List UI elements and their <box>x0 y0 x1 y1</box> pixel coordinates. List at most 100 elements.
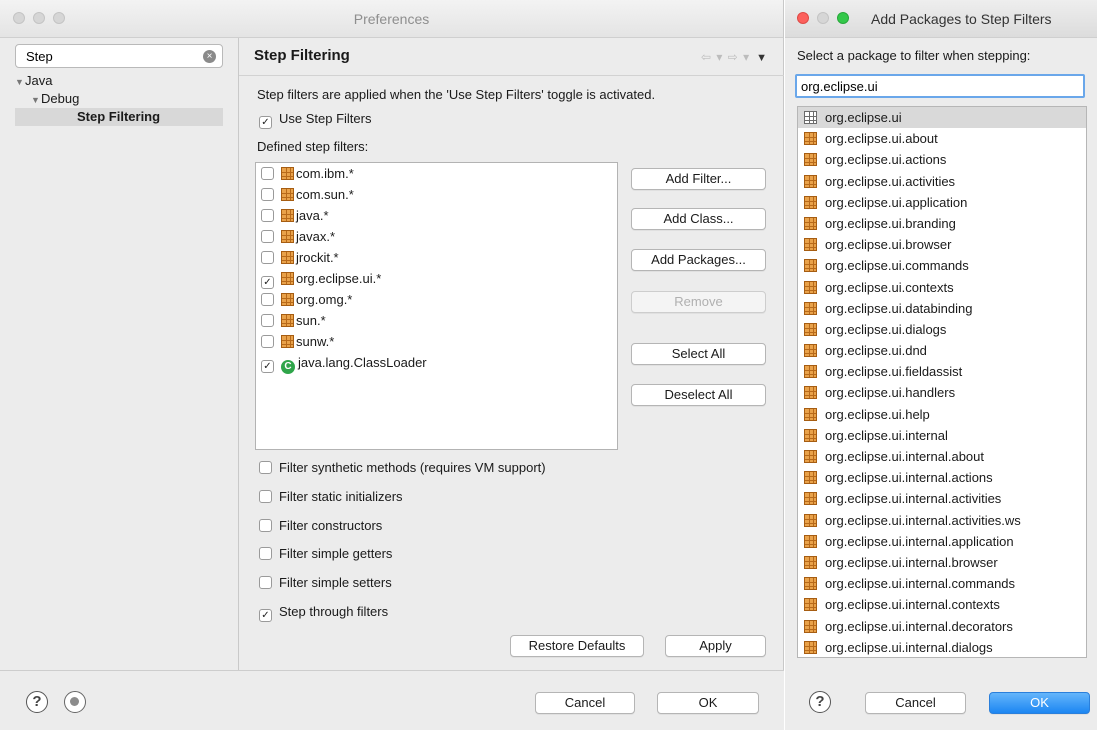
remove-button[interactable]: Remove <box>631 291 766 313</box>
checkbox-box[interactable]: ✓ <box>259 609 272 622</box>
clear-search-icon[interactable]: × <box>203 50 216 63</box>
restore-defaults-button[interactable]: Restore Defaults <box>510 635 644 657</box>
checkbox-box[interactable] <box>259 519 272 532</box>
checkbox-label: Step through filters <box>279 604 389 619</box>
pane-divider[interactable] <box>238 38 239 670</box>
dialog-ok-button[interactable]: OK <box>989 692 1090 714</box>
package-row[interactable]: org.eclipse.ui.internal.actions <box>798 467 1086 488</box>
select-all-button[interactable]: Select All <box>631 343 766 365</box>
step-filters-list[interactable]: com.ibm.* com.sun.* java.* javax.* jrock… <box>255 162 618 450</box>
filter-row[interactable]: javax.* <box>261 226 335 247</box>
filter-checkbox[interactable] <box>261 188 274 201</box>
dialog-help-icon[interactable]: ? <box>809 691 831 713</box>
package-row[interactable]: org.eclipse.ui.dnd <box>798 340 1086 361</box>
filter-checkbox[interactable]: ✓ <box>261 360 274 373</box>
filter-row[interactable]: sun.* <box>261 310 326 331</box>
checkbox-box[interactable] <box>259 490 272 503</box>
help-icon[interactable]: ? <box>26 691 48 713</box>
filter-getters-checkbox[interactable]: Filter simple getters <box>259 545 392 563</box>
filter-checkbox[interactable] <box>261 167 274 180</box>
dialog-cancel-button[interactable]: Cancel <box>865 692 966 714</box>
minimize-dialog-button[interactable] <box>817 12 829 24</box>
package-row[interactable]: org.eclipse.ui.about <box>798 128 1086 149</box>
package-icon <box>804 216 817 230</box>
apply-button[interactable]: Apply <box>665 635 766 657</box>
filter-checkbox[interactable] <box>261 293 274 306</box>
filter-checkbox[interactable] <box>261 230 274 243</box>
filter-checkbox[interactable]: ✓ <box>261 276 274 289</box>
record-preferences-icon[interactable] <box>64 691 86 713</box>
filter-synthetic-checkbox[interactable]: Filter synthetic methods (requires VM su… <box>259 459 546 477</box>
add-class-button[interactable]: Add Class... <box>631 208 766 230</box>
checkbox-box[interactable] <box>259 461 272 474</box>
package-label: org.eclipse.ui.internal.activities <box>825 491 1002 507</box>
package-row[interactable]: org.eclipse.ui.internal.activities.ws <box>798 510 1086 531</box>
package-row[interactable]: org.eclipse.ui.fieldassist <box>798 361 1086 382</box>
filter-checkbox[interactable] <box>261 335 274 348</box>
filter-static-initializers-checkbox[interactable]: Filter static initializers <box>259 488 403 506</box>
deselect-all-button[interactable]: Deselect All <box>631 384 766 406</box>
package-list[interactable]: org.eclipse.ui org.eclipse.ui.about org.… <box>797 106 1087 658</box>
package-row[interactable]: org.eclipse.ui <box>798 107 1086 129</box>
package-row[interactable]: org.eclipse.ui.internal.contexts <box>798 594 1086 615</box>
checkbox-box[interactable] <box>259 547 272 560</box>
filter-row[interactable]: com.ibm.* <box>261 163 354 184</box>
tree-item-step-filtering[interactable]: Step Filtering <box>15 108 223 126</box>
package-row[interactable]: org.eclipse.ui.internal.application <box>798 531 1086 552</box>
cancel-button[interactable]: Cancel <box>535 692 635 714</box>
package-row[interactable]: org.eclipse.ui.commands <box>798 255 1086 276</box>
package-row[interactable]: org.eclipse.ui.internal.dialogs <box>798 637 1086 657</box>
filter-constructors-checkbox[interactable]: Filter constructors <box>259 517 382 535</box>
filter-row[interactable]: sunw.* <box>261 331 334 352</box>
package-row[interactable]: org.eclipse.ui.databinding <box>798 298 1086 319</box>
filter-setters-checkbox[interactable]: Filter simple setters <box>259 574 392 592</box>
history-navigation[interactable]: ⇦ ▾ ⇨ ▾ ▼ <box>701 50 768 64</box>
disclosure-triangle-icon[interactable]: ▼ <box>31 91 41 109</box>
window-title: Preferences <box>353 11 430 27</box>
package-row[interactable]: org.eclipse.ui.branding <box>798 213 1086 234</box>
package-icon <box>804 577 817 591</box>
package-row[interactable]: org.eclipse.ui.contexts <box>798 277 1086 298</box>
package-row[interactable]: org.eclipse.ui.internal.about <box>798 446 1086 467</box>
tree-item-java[interactable]: ▼Java <box>15 72 223 90</box>
filter-checkbox[interactable] <box>261 209 274 222</box>
checkbox-box[interactable] <box>259 576 272 589</box>
step-through-filters-checkbox[interactable]: ✓ Step through filters <box>259 603 389 622</box>
package-icon <box>281 230 294 243</box>
search-input[interactable] <box>24 47 194 65</box>
package-row[interactable]: org.eclipse.ui.internal.browser <box>798 552 1086 573</box>
package-row[interactable]: org.eclipse.ui.dialogs <box>798 319 1086 340</box>
filter-row[interactable]: jrockit.* <box>261 247 339 268</box>
package-row[interactable]: org.eclipse.ui.activities <box>798 171 1086 192</box>
filter-checkbox[interactable] <box>261 314 274 327</box>
use-step-filters-checkbox[interactable]: ✓ Use Step Filters <box>259 110 371 129</box>
filter-row[interactable]: ✓ org.eclipse.ui.* <box>261 268 381 289</box>
package-row[interactable]: org.eclipse.ui.help <box>798 404 1086 425</box>
disclosure-triangle-icon[interactable]: ▼ <box>15 73 25 91</box>
preferences-window: Preferences × ▼Java ▼Debug Step Filterin… <box>0 0 784 730</box>
add-filter-button[interactable]: Add Filter... <box>631 168 766 190</box>
back-forward-arrows-icon[interactable]: ⇦ ▾ ⇨ ▾ <box>701 50 750 64</box>
filter-row[interactable]: com.sun.* <box>261 184 354 205</box>
close-dialog-button[interactable] <box>797 12 809 24</box>
filter-checkbox[interactable] <box>261 251 274 264</box>
package-row[interactable]: org.eclipse.ui.actions <box>798 149 1086 170</box>
view-menu-icon[interactable]: ▼ <box>756 52 768 64</box>
zoom-dialog-button[interactable] <box>837 12 849 24</box>
checkbox-box[interactable]: ✓ <box>259 116 272 129</box>
package-row[interactable]: org.eclipse.ui.internal.commands <box>798 573 1086 594</box>
add-packages-button[interactable]: Add Packages... <box>631 249 766 271</box>
package-filter-input[interactable] <box>795 74 1085 98</box>
tree-item-debug[interactable]: ▼Debug <box>15 90 223 108</box>
package-row[interactable]: org.eclipse.ui.application <box>798 192 1086 213</box>
package-row[interactable]: org.eclipse.ui.internal <box>798 425 1086 446</box>
package-row[interactable]: org.eclipse.ui.internal.activities <box>798 488 1086 509</box>
ok-button[interactable]: OK <box>657 692 759 714</box>
package-row[interactable]: org.eclipse.ui.internal.decorators <box>798 616 1086 637</box>
filter-row[interactable]: org.omg.* <box>261 289 352 310</box>
filter-row[interactable]: java.* <box>261 205 329 226</box>
filter-row[interactable]: ✓ Cjava.lang.ClassLoader <box>261 352 427 374</box>
package-row[interactable]: org.eclipse.ui.handlers <box>798 382 1086 403</box>
package-row[interactable]: org.eclipse.ui.browser <box>798 234 1086 255</box>
preferences-search[interactable]: × <box>15 44 223 68</box>
